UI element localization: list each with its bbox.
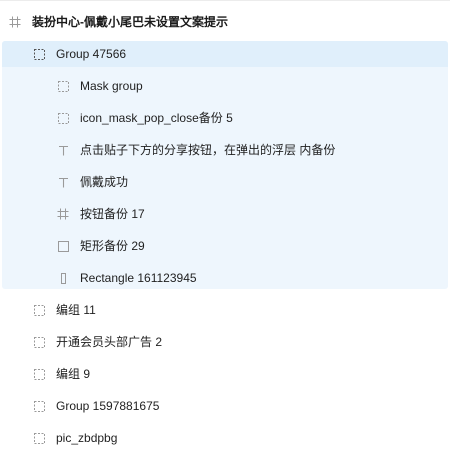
layer-row-icon-mask-pop-close[interactable]: icon_mask_pop_close备份 5 bbox=[0, 102, 450, 134]
layer-row-button-copy-17[interactable]: 按钮备份 17 bbox=[0, 198, 450, 230]
layer-label: Group 47566 bbox=[56, 47, 127, 61]
layer-label: 装扮中心-佩戴小尾巴未设置文案提示 bbox=[32, 15, 228, 29]
group-dashed-icon bbox=[32, 399, 46, 413]
layer-label: icon_mask_pop_close备份 5 bbox=[80, 111, 233, 125]
frame-hash-icon bbox=[56, 207, 70, 221]
top-divider bbox=[0, 0, 450, 1]
layer-label: 点击贴子下方的分享按钮，在弹出的浮层 内备份 bbox=[80, 143, 336, 157]
group-dashed-icon bbox=[56, 111, 70, 125]
layer-row-wear-success-text[interactable]: 佩戴成功 bbox=[0, 166, 450, 198]
layer-row-rectangle-161123945[interactable]: Rectangle 161123945 bbox=[0, 262, 450, 294]
rectangle-icon bbox=[56, 239, 70, 253]
layer-label: 佩戴成功 bbox=[80, 175, 129, 189]
group-dashed-icon bbox=[32, 367, 46, 381]
layer-row-group-47566[interactable]: Group 47566 bbox=[0, 38, 450, 70]
layer-label: 开通会员头部广告 2 bbox=[56, 335, 163, 349]
frame-hash-icon bbox=[8, 15, 22, 29]
layer-label: 编组 11 bbox=[56, 303, 96, 317]
layer-row-group-1597881675[interactable]: Group 1597881675 bbox=[0, 390, 450, 422]
layer-row-rectangle-copy-29[interactable]: 矩形备份 29 bbox=[0, 230, 450, 262]
layer-label: 按钮备份 17 bbox=[80, 207, 145, 221]
layer-label: 矩形备份 29 bbox=[80, 239, 145, 253]
layer-row-group-9[interactable]: 编组 9 bbox=[0, 358, 450, 390]
layer-row-mask-group[interactable]: Mask group bbox=[0, 70, 450, 102]
group-dashed-icon bbox=[32, 335, 46, 349]
group-dashed-icon bbox=[32, 47, 46, 61]
layer-label: Rectangle 161123945 bbox=[80, 271, 197, 285]
layer-label: Mask group bbox=[80, 79, 143, 93]
layers-panel: 装扮中心-佩戴小尾巴未设置文案提示 Group 47566 Mask group… bbox=[0, 0, 450, 459]
text-icon bbox=[56, 143, 70, 157]
layer-row-vip-header-ad-2[interactable]: 开通会员头部广告 2 bbox=[0, 326, 450, 358]
group-dashed-icon bbox=[32, 431, 46, 445]
layer-row-pic-zbdpbg[interactable]: pic_zbdpbg bbox=[0, 422, 450, 454]
text-icon bbox=[56, 175, 70, 189]
group-dashed-icon bbox=[32, 303, 46, 317]
layer-label: Group 1597881675 bbox=[56, 399, 160, 413]
rectangle-narrow-icon bbox=[56, 271, 70, 285]
layer-row-root-frame[interactable]: 装扮中心-佩戴小尾巴未设置文案提示 bbox=[0, 6, 450, 38]
layer-row-group-11[interactable]: 编组 11 bbox=[0, 294, 450, 326]
group-dashed-icon bbox=[56, 79, 70, 93]
layer-label: pic_zbdpbg bbox=[56, 431, 118, 445]
layer-label: 编组 9 bbox=[56, 367, 91, 381]
layer-row-share-text[interactable]: 点击贴子下方的分享按钮，在弹出的浮层 内备份 bbox=[0, 134, 450, 166]
